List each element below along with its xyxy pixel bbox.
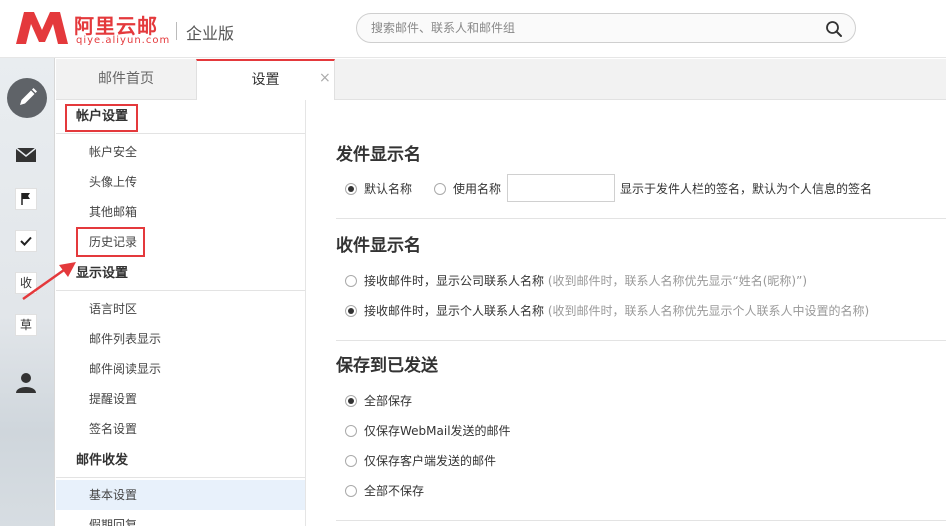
brand-url: qiye.aliyun.com [76, 35, 171, 46]
menu-item-basic-settings[interactable]: 基本设置 [56, 480, 305, 510]
top-bar: 阿里云邮 qiye.aliyun.com 企业版 [0, 0, 946, 58]
flag-icon [21, 193, 30, 205]
section-title-receiver-name: 收件显示名 [336, 236, 421, 256]
todo-button[interactable] [15, 230, 37, 252]
radio-company-contact-name[interactable]: 接收邮件时，显示公司联系人名称 (收到邮件时，联系人名称优先显示“姓名(昵称)”… [345, 272, 807, 290]
menu-group-display: 显示设置 [56, 257, 305, 291]
annotation-arrow [22, 262, 76, 301]
edition-label: 企业版 [186, 24, 235, 43]
radio-label: 使用名称 [453, 182, 502, 196]
sender-name-hint: 显示于发件人栏的签名，默认为个人信息的签名 [620, 182, 873, 196]
radio-label: 全部保存 [364, 394, 413, 408]
mail-button[interactable] [13, 144, 39, 166]
radio-label: 接收邮件时，显示公司联系人名称 [364, 274, 545, 288]
section-divider [336, 520, 946, 521]
radio-save-webmail-only[interactable]: 仅保存WebMail发送的邮件 [345, 422, 511, 440]
flag-button[interactable] [15, 188, 37, 210]
radio-label: 仅保存客户端发送的邮件 [364, 454, 497, 468]
contacts-icon [16, 373, 36, 393]
radio-label: 接收邮件时，显示个人联系人名称 [364, 304, 545, 318]
radio-save-all[interactable]: 全部保存 [345, 392, 412, 410]
section-divider [336, 340, 946, 341]
radio-unselected-icon [434, 183, 446, 195]
pencil-icon [20, 88, 37, 105]
radio-label: 默认名称 [364, 182, 413, 196]
annotation-box-account [65, 104, 138, 132]
radio-selected-icon [345, 305, 357, 317]
close-icon[interactable]: × [319, 71, 331, 85]
annotation-box-history [76, 227, 145, 257]
search-icon[interactable] [825, 20, 843, 38]
settings-content: 发件显示名 默认名称 使用名称 显示于发件人栏的签名，默认为个人信息的签名 收件… [307, 100, 946, 526]
menu-item-mail-read-display[interactable]: 邮件阅读显示 [56, 354, 305, 384]
custom-name-input[interactable] [507, 174, 615, 202]
menu-item-reminder[interactable]: 提醒设置 [56, 384, 305, 414]
search-input[interactable] [371, 19, 811, 37]
section-divider [336, 218, 946, 219]
check-icon [20, 236, 32, 246]
tab-settings[interactable]: 设置 [196, 59, 335, 101]
tab-mail-home[interactable]: 邮件首页 [56, 59, 196, 100]
radio-selected-icon [345, 395, 357, 407]
radio-custom-name[interactable]: 使用名称 [434, 180, 501, 198]
brand-m-logo-icon [16, 12, 68, 44]
tab-bar: 邮件首页 设置 × [56, 59, 946, 101]
search-box[interactable] [356, 13, 856, 43]
menu-item-vacation-reply[interactable]: 假期回复 [56, 510, 305, 526]
menu-item-other-mailbox[interactable]: 其他邮箱 [56, 197, 305, 227]
radio-note: (收到邮件时，联系人名称优先显示“姓名(昵称)”) [547, 274, 808, 288]
contacts-button[interactable] [13, 370, 39, 394]
brand-logo[interactable]: 阿里云邮 qiye.aliyun.com [14, 8, 174, 48]
menu-item-signature[interactable]: 签名设置 [56, 414, 305, 444]
envelope-icon [15, 147, 37, 162]
radio-save-client-only[interactable]: 仅保存客户端发送的邮件 [345, 452, 496, 470]
radio-save-none[interactable]: 全部不保存 [345, 482, 424, 500]
draft-shortcut[interactable]: 草 [15, 314, 37, 336]
menu-item-avatar-upload[interactable]: 头像上传 [56, 167, 305, 197]
radio-selected-icon [345, 183, 357, 195]
radio-unselected-icon [345, 455, 357, 467]
menu-item-language-timezone[interactable]: 语言时区 [56, 294, 305, 324]
menu-item-account-security[interactable]: 帐户安全 [56, 137, 305, 167]
section-title-save-sent: 保存到已发送 [336, 356, 438, 376]
radio-note: (收到邮件时，联系人名称优先显示个人联系人中设置的名称) [547, 304, 870, 318]
menu-group-mail: 邮件收发 [56, 444, 305, 478]
menu-item-mail-list-display[interactable]: 邮件列表显示 [56, 324, 305, 354]
radio-unselected-icon [345, 275, 357, 287]
radio-unselected-icon [345, 485, 357, 497]
radio-label: 全部不保存 [364, 484, 425, 498]
brand-divider [176, 22, 177, 40]
compose-button[interactable] [7, 78, 47, 118]
section-title-sender-name: 发件显示名 [336, 145, 421, 165]
radio-label: 仅保存WebMail发送的邮件 [364, 424, 511, 438]
radio-unselected-icon [345, 425, 357, 437]
radio-personal-contact-name[interactable]: 接收邮件时，显示个人联系人名称 (收到邮件时，联系人名称优先显示个人联系人中设置… [345, 302, 869, 320]
settings-menu: 帐户设置 帐户安全 头像上传 其他邮箱 历史记录 显示设置 语言时区 邮件列表显… [56, 100, 306, 526]
radio-default-name[interactable]: 默认名称 [345, 180, 412, 198]
